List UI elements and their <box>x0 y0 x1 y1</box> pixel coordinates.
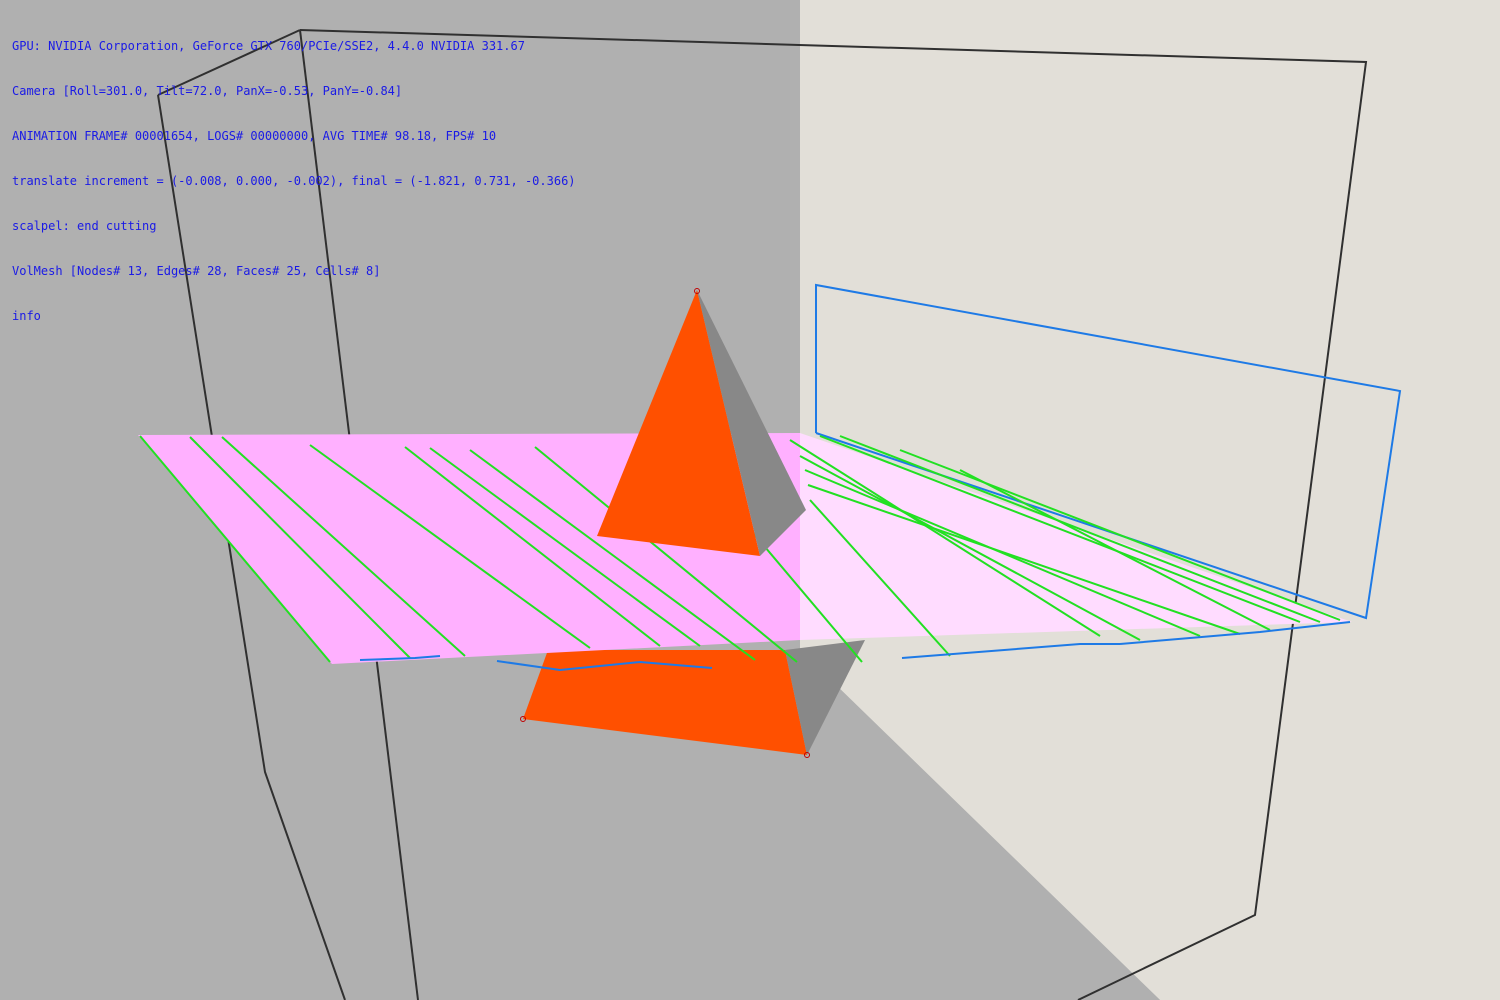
render-viewport[interactable]: GPU: NVIDIA Corporation, GeForce GTX 760… <box>0 0 1500 1000</box>
scene-canvas[interactable] <box>0 0 1500 1000</box>
